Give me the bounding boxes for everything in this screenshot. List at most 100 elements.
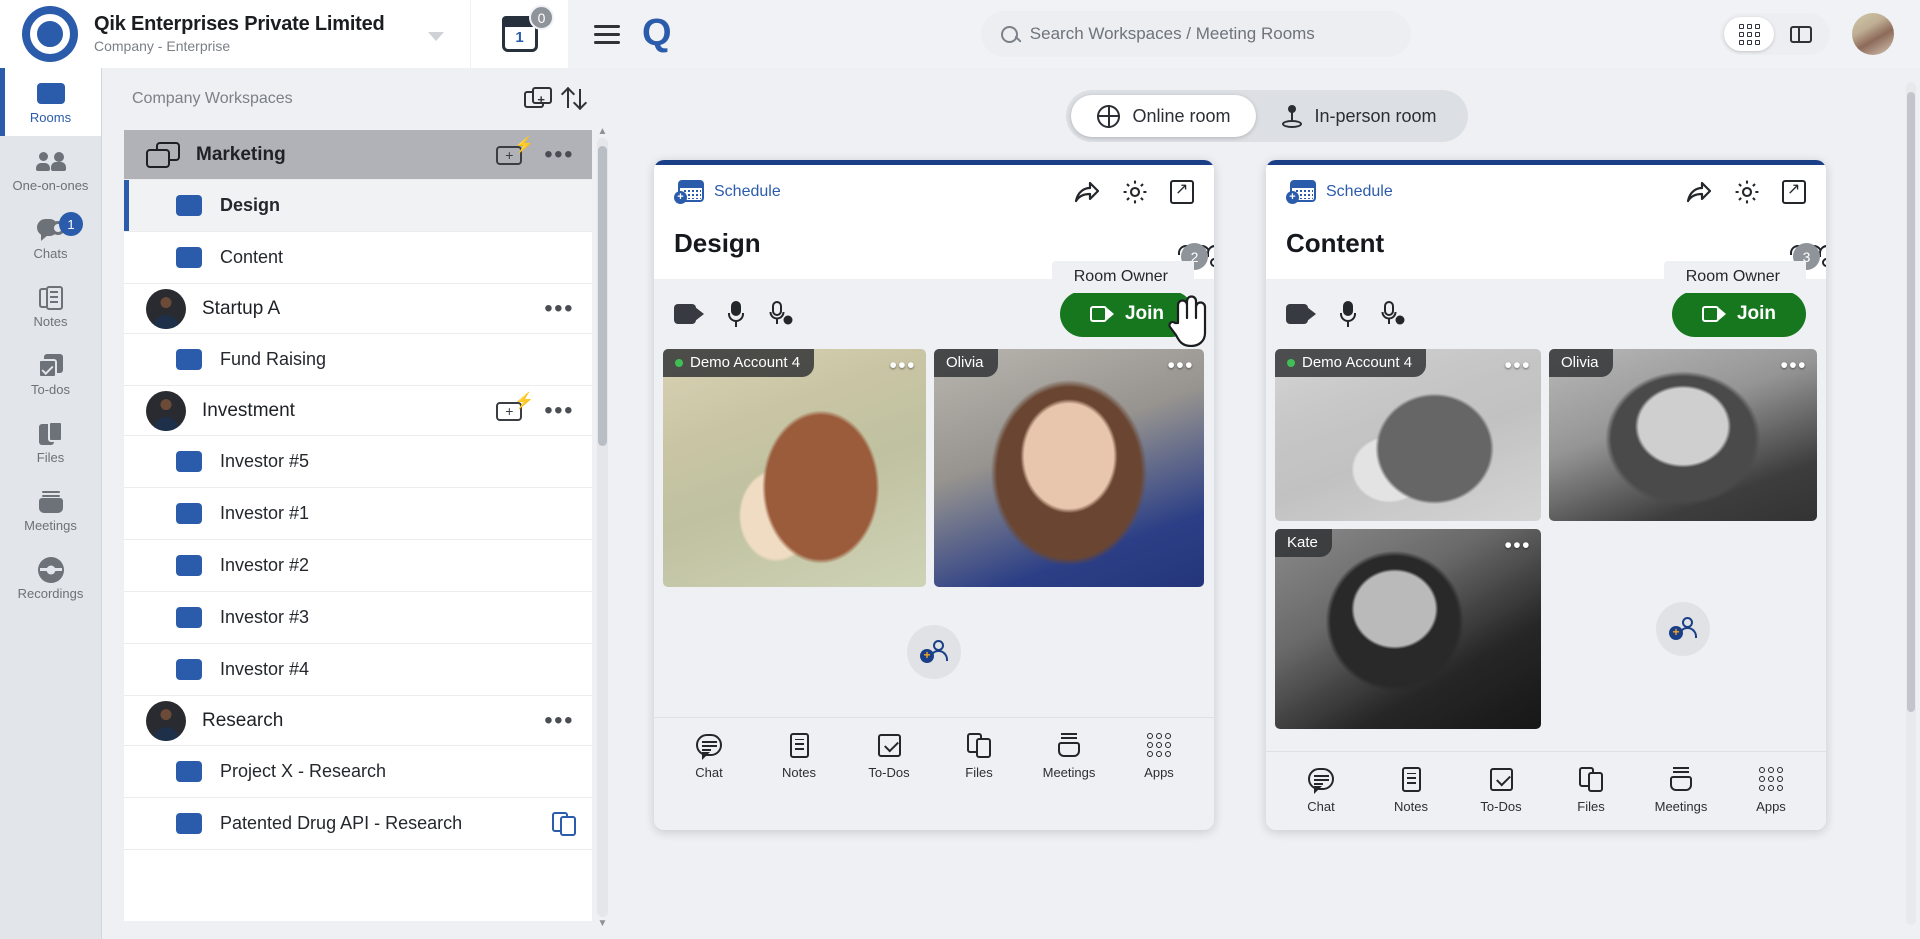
participant-tile[interactable]: Kate ••• bbox=[1275, 529, 1541, 729]
tab-online-room[interactable]: Online room bbox=[1071, 95, 1257, 137]
room-owner-tooltip: Room Owner bbox=[1051, 261, 1194, 293]
sidebar-item-rooms[interactable]: Rooms bbox=[0, 68, 101, 136]
footer-item-files[interactable]: Files bbox=[942, 732, 1016, 780]
room-item-fund-raising[interactable]: Fund Raising bbox=[124, 334, 592, 386]
sidebar-item-recordings[interactable]: Recordings bbox=[0, 544, 101, 612]
footer-item-meetings[interactable]: Meetings bbox=[1644, 766, 1718, 814]
sidebar-item-files[interactable]: Files bbox=[0, 408, 101, 476]
split-view-button[interactable] bbox=[1776, 17, 1826, 51]
workspace-more-icon[interactable]: ••• bbox=[542, 708, 576, 733]
meetings-icon bbox=[38, 489, 64, 515]
schedule-button[interactable]: + Schedule bbox=[674, 180, 781, 204]
gear-icon[interactable] bbox=[1122, 179, 1148, 205]
search-input[interactable] bbox=[1029, 24, 1391, 44]
workspace-group-research[interactable]: Research ••• bbox=[124, 696, 592, 746]
tab-in-person-room[interactable]: In-person room bbox=[1256, 95, 1462, 137]
workspaces-scrollbar[interactable]: ▲ ▼ bbox=[597, 126, 608, 929]
grid-view-button[interactable] bbox=[1724, 17, 1774, 51]
room-item-investor-1[interactable]: Investor #1 bbox=[124, 488, 592, 540]
menu-icon[interactable] bbox=[594, 24, 620, 44]
room-item-patented-drug-api[interactable]: Patented Drug API - Research bbox=[124, 798, 592, 850]
share-icon[interactable] bbox=[1686, 180, 1712, 204]
main-scrollbar[interactable] bbox=[1906, 82, 1916, 925]
company-selector[interactable]: Qik Enterprises Private Limited Company … bbox=[0, 0, 470, 68]
schedule-button[interactable]: + Schedule bbox=[1286, 180, 1393, 204]
participant-tile[interactable]: Demo Account 4 ••• bbox=[663, 349, 926, 587]
workspace-group-investment[interactable]: Investment + ⚡ ••• bbox=[124, 386, 592, 436]
workspace-group-marketing[interactable]: Marketing + ⚡ ••• bbox=[124, 130, 592, 180]
footer-item-todos[interactable]: To-Dos bbox=[1464, 766, 1538, 814]
room-item-design[interactable]: Design bbox=[124, 180, 592, 232]
microphone-settings-icon[interactable] bbox=[1380, 301, 1406, 327]
add-participant-button[interactable]: + bbox=[1656, 602, 1710, 656]
footer-label: Notes bbox=[1394, 799, 1428, 814]
gear-icon[interactable] bbox=[1734, 179, 1760, 205]
participant-more-icon[interactable]: ••• bbox=[1504, 535, 1531, 556]
card-footer-toolbar: Chat Notes To-Dos Files Meetings Apps bbox=[654, 717, 1214, 796]
footer-item-apps[interactable]: Apps bbox=[1734, 766, 1808, 814]
footer-item-files[interactable]: Files bbox=[1554, 766, 1628, 814]
participant-more-icon[interactable]: ••• bbox=[889, 355, 916, 376]
search-box[interactable] bbox=[980, 11, 1411, 57]
footer-item-chat[interactable]: Chat bbox=[672, 732, 746, 780]
workspace-more-icon[interactable]: ••• bbox=[542, 398, 576, 423]
add-workspace-icon[interactable]: + bbox=[524, 87, 552, 111]
participant-more-icon[interactable]: ••• bbox=[1504, 355, 1531, 376]
participant-tile[interactable]: Olivia ••• bbox=[1549, 349, 1817, 521]
room-card-content: + Schedule Content bbox=[1266, 160, 1826, 830]
room-color-swatch bbox=[176, 195, 202, 216]
sidebar-item-notes[interactable]: Notes bbox=[0, 272, 101, 340]
sidebar-item-chats[interactable]: Chats 1 bbox=[0, 204, 101, 272]
footer-item-notes[interactable]: Notes bbox=[1374, 766, 1448, 814]
footer-item-apps[interactable]: Apps bbox=[1122, 732, 1196, 780]
main-content: Online room In-person room + Schedule ↗ … bbox=[614, 68, 1920, 939]
participant-tile[interactable]: Demo Account 4 ••• bbox=[1275, 349, 1541, 521]
sidebar-item-meetings[interactable]: Meetings bbox=[0, 476, 101, 544]
participant-more-icon[interactable]: ••• bbox=[1780, 355, 1807, 376]
footer-item-chat[interactable]: Chat bbox=[1284, 766, 1358, 814]
add-room-button[interactable]: + ⚡ bbox=[496, 393, 534, 422]
camera-icon[interactable] bbox=[674, 304, 704, 324]
add-participant-button[interactable]: + bbox=[907, 625, 961, 679]
room-item-investor-3[interactable]: Investor #3 bbox=[124, 592, 592, 644]
workspace-group-startup-a[interactable]: Startup A ••• bbox=[124, 284, 592, 334]
room-name: Fund Raising bbox=[220, 349, 327, 369]
microphone-icon[interactable] bbox=[1340, 301, 1356, 327]
camera-icon[interactable] bbox=[1286, 304, 1316, 324]
scroll-up-icon[interactable]: ▲ bbox=[597, 126, 608, 137]
footer-item-notes[interactable]: Notes bbox=[762, 732, 836, 780]
copy-icon[interactable] bbox=[552, 811, 576, 836]
footer-item-meetings[interactable]: Meetings bbox=[1032, 732, 1106, 780]
workspace-more-icon[interactable]: ••• bbox=[542, 296, 576, 321]
participant-tile[interactable]: Olivia ••• bbox=[934, 349, 1204, 587]
scroll-down-icon[interactable]: ▼ bbox=[597, 918, 608, 929]
chevron-down-icon[interactable] bbox=[428, 32, 444, 41]
calendar-button[interactable]: 1 0 bbox=[470, 0, 568, 68]
room-item-project-x[interactable]: Project X - Research bbox=[124, 746, 592, 798]
view-toggle[interactable] bbox=[1720, 13, 1830, 55]
sidebar-item-one-on-ones[interactable]: One-on-ones bbox=[0, 136, 101, 204]
footer-item-todos[interactable]: To-Dos bbox=[852, 732, 926, 780]
join-button[interactable]: Join bbox=[1671, 291, 1806, 337]
share-icon[interactable] bbox=[1074, 180, 1100, 204]
room-item-investor-2[interactable]: Investor #2 bbox=[124, 540, 592, 592]
workspace-more-icon[interactable]: ••• bbox=[542, 142, 576, 167]
microphone-settings-icon[interactable] bbox=[768, 301, 794, 327]
room-color-swatch bbox=[176, 247, 202, 268]
meetings-icon bbox=[1057, 732, 1081, 758]
user-avatar[interactable] bbox=[1852, 13, 1894, 55]
microphone-icon[interactable] bbox=[728, 301, 744, 327]
sidebar-item-todos[interactable]: To-dos bbox=[0, 340, 101, 408]
join-button[interactable]: Join bbox=[1059, 291, 1194, 337]
participant-more-icon[interactable]: ••• bbox=[1167, 355, 1194, 376]
sort-icon[interactable] bbox=[562, 87, 586, 111]
open-in-new-icon[interactable] bbox=[1170, 179, 1194, 204]
video-camera-icon bbox=[1701, 306, 1726, 322]
add-room-button[interactable]: + ⚡ bbox=[496, 137, 534, 166]
room-color-swatch bbox=[176, 813, 202, 834]
open-in-new-icon[interactable] bbox=[1782, 179, 1806, 204]
room-item-investor-4[interactable]: Investor #4 bbox=[124, 644, 592, 696]
room-item-content[interactable]: Content bbox=[124, 232, 592, 284]
search-icon bbox=[1000, 25, 1018, 43]
room-item-investor-5[interactable]: Investor #5 bbox=[124, 436, 592, 488]
